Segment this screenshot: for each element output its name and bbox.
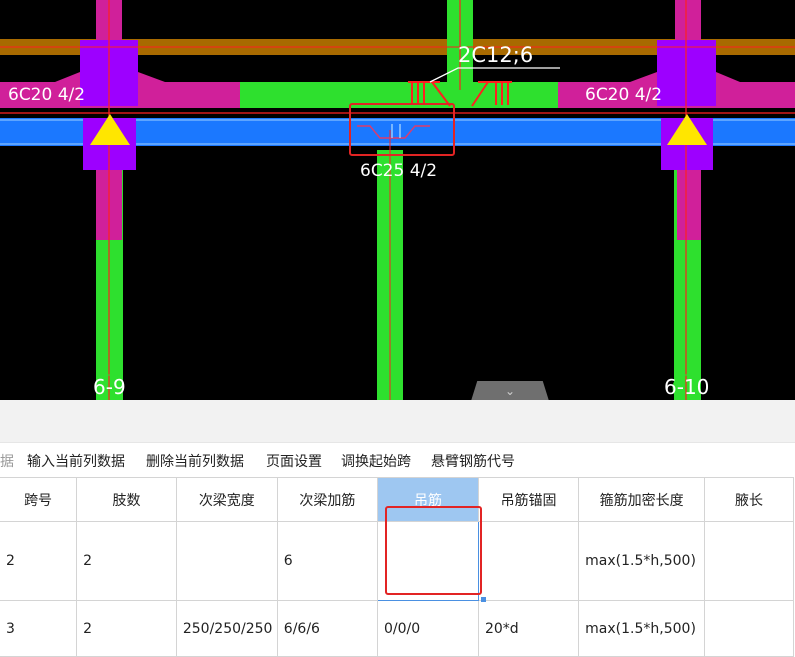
cell-secondary-beam-rebar[interactable]: 6	[276, 521, 379, 601]
cell-stirrup-dense-length[interactable]: max(1.5*h,500)	[578, 521, 706, 601]
cell-span-no[interactable]: 2	[0, 521, 78, 601]
swap-start-span-button[interactable]: 调换起始跨	[341, 451, 411, 471]
cell-span-no[interactable]: 3	[0, 600, 78, 657]
header-haunch-length[interactable]: 腋长	[704, 477, 794, 522]
chevron-down-icon: ⌄	[504, 384, 516, 398]
cell-secondary-beam-width[interactable]	[175, 521, 278, 601]
header-limb-count[interactable]: 肢数	[76, 477, 177, 522]
cell-hanger-anchorage[interactable]: 20*d	[477, 600, 580, 657]
header-stirrup-dense-length[interactable]: 箍筋加密长度	[578, 477, 706, 522]
magenta-column-top-right	[675, 0, 701, 40]
panel-divider[interactable]	[0, 400, 795, 443]
cad-drawing[interactable]: 6C20 4/2 6C20 4/2 2C12;6 6C25 4/2 6-9 6-…	[0, 0, 795, 400]
cell-hanger-anchorage[interactable]	[477, 521, 580, 601]
label-center-bottom-rebar: 6C25 4/2	[360, 161, 437, 181]
table-row: 3 2 250/250/250 6/6/6 0/0/0 20*d max(1.5…	[0, 600, 794, 657]
cell-secondary-beam-width[interactable]: 250/250/250	[175, 600, 278, 657]
magenta-haunch-right2	[716, 72, 740, 82]
cell-haunch-length[interactable]	[704, 600, 794, 657]
cell-haunch-length[interactable]	[704, 521, 794, 601]
label-left-top-rebar: 6C20 4/2	[8, 85, 85, 105]
page-settings-button[interactable]: 页面设置	[266, 451, 322, 471]
cantilever-rebar-code-button[interactable]: 悬臂钢筋代号	[431, 451, 515, 471]
header-secondary-beam-rebar[interactable]: 次梁加筋	[276, 477, 379, 522]
collapse-panel-button[interactable]: ⌄	[471, 381, 549, 400]
delete-column-data-button[interactable]: 删除当前列数据	[146, 451, 244, 471]
label-hanger-rebar: 2C12;6	[458, 43, 533, 67]
cell-stirrup-dense-length[interactable]: max(1.5*h,500)	[578, 600, 706, 657]
cad-canvas[interactable]: 6C20 4/2 6C20 4/2 2C12;6 6C25 4/2 6-9 6-…	[0, 0, 795, 400]
magenta-haunch-left	[55, 72, 80, 82]
label-axis-left: 6-9	[93, 375, 126, 399]
selection-fill-handle[interactable]	[481, 597, 486, 602]
magenta-haunch-left2	[138, 72, 165, 82]
cell-secondary-beam-rebar[interactable]: 6/6/6	[276, 600, 379, 657]
magenta-haunch-right	[630, 72, 657, 82]
input-column-data-button[interactable]: 输入当前列数据	[27, 451, 125, 471]
highlight-box-grid	[385, 506, 482, 595]
magenta-column-right	[677, 170, 701, 240]
label-axis-right: 6-10	[664, 375, 709, 399]
cell-limb-count[interactable]: 2	[76, 600, 177, 657]
header-secondary-beam-width[interactable]: 次梁宽度	[175, 477, 278, 522]
header-span-no[interactable]: 跨号	[0, 477, 78, 522]
cell-hanger-rebar[interactable]: 0/0/0	[377, 600, 479, 657]
highlight-box-drawing	[349, 103, 455, 156]
label-right-top-rebar: 6C20 4/2	[585, 85, 662, 105]
toolbar-cut-text: 据	[0, 454, 14, 470]
cell-limb-count[interactable]: 2	[76, 521, 177, 601]
header-hanger-anchorage[interactable]: 吊筋锚固	[477, 477, 580, 522]
grid-toolbar: 据 输入当前列数据 删除当前列数据 页面设置 调换起始跨 悬臂钢筋代号	[0, 446, 795, 476]
